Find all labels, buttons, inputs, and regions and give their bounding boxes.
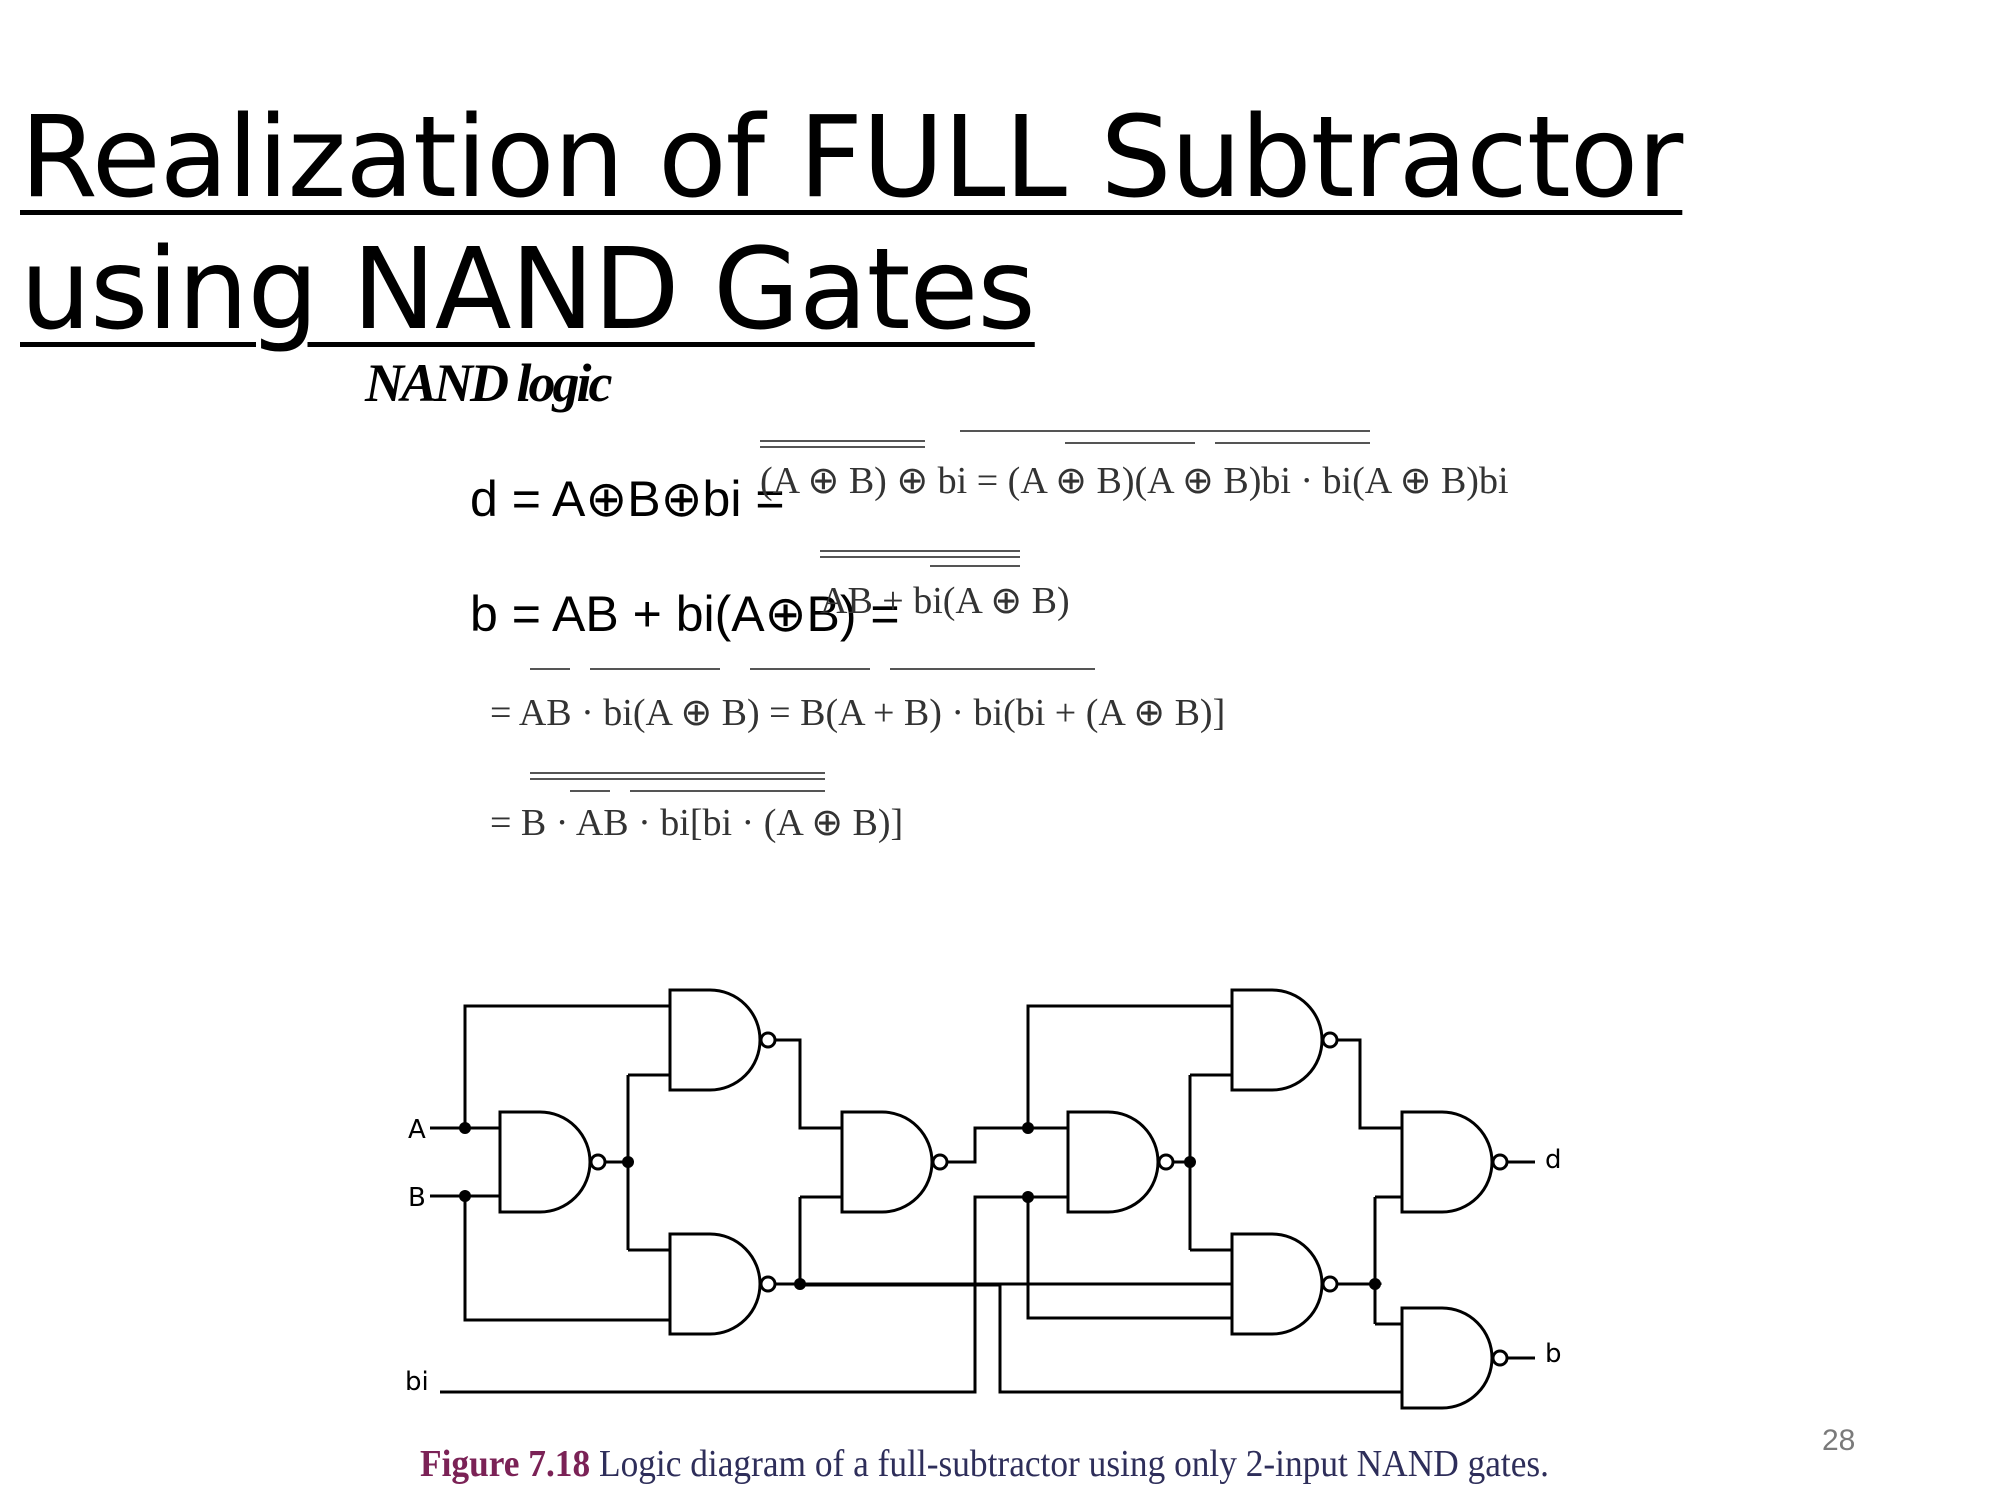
input-label-b: B: [408, 1183, 426, 1213]
figure-label: Figure 7.18: [420, 1443, 591, 1485]
figure-caption-text: Logic diagram of a full-subtractor using…: [598, 1443, 1550, 1485]
nand-gate-6: [1230, 988, 1339, 1092]
full-subtractor-circuit: A B bi d b: [405, 988, 1562, 1410]
nand-gate-2: [668, 988, 777, 1092]
output-label-b: b: [1545, 1339, 1562, 1369]
input-label-bi: bi: [405, 1367, 429, 1397]
nand-gate-8: [1400, 1110, 1509, 1214]
input-label-a: A: [408, 1115, 426, 1145]
nand-gate-4: [840, 1110, 949, 1214]
nand-gate-3: [668, 1232, 777, 1336]
nand-gate-9: [1400, 1306, 1509, 1410]
page-number: 28: [1822, 1424, 1856, 1457]
nand-gate-1: [498, 1110, 607, 1214]
nand-gate-7: [1230, 1232, 1339, 1336]
output-label-d: d: [1545, 1145, 1562, 1175]
wires: [430, 1004, 1535, 1394]
figure-caption: Figure 7.18 Logic diagram of a full-subt…: [420, 1442, 1549, 1486]
nand-gate-5: [1066, 1110, 1175, 1214]
